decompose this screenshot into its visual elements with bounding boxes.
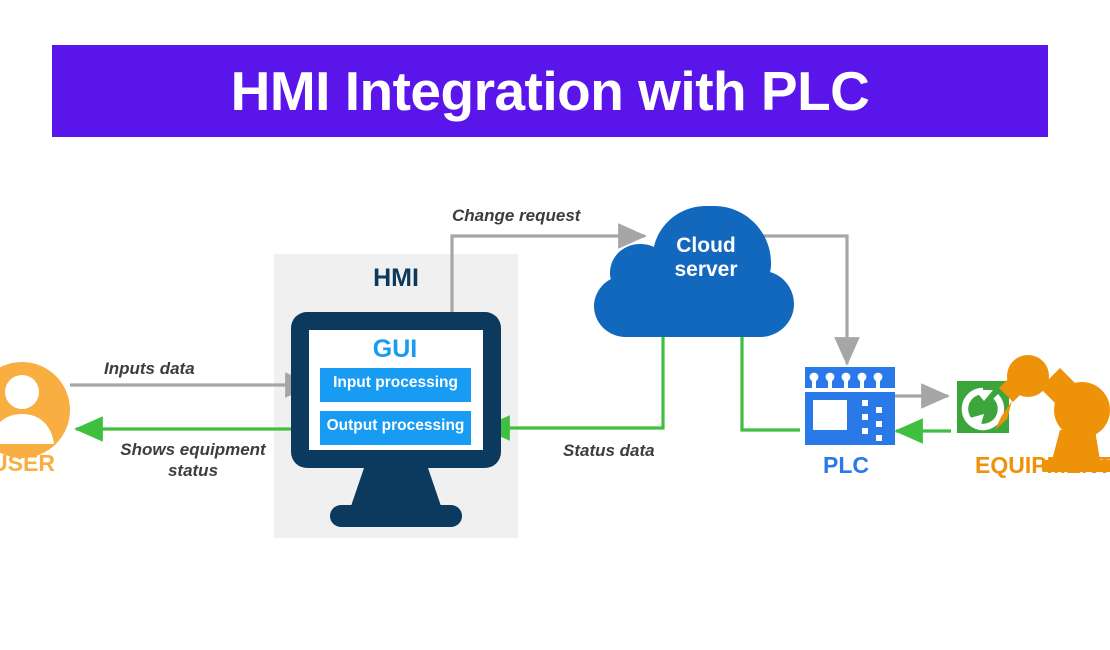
plc-controller-icon — [805, 367, 895, 445]
flow-label-shows-equipment-status: Shows equipment status — [120, 440, 266, 481]
diagram-graphics — [0, 206, 1110, 538]
hmi-label: HMI — [373, 264, 419, 292]
user-avatar-icon — [0, 362, 70, 458]
equipment-label: EQUIPMENT — [975, 452, 1110, 478]
diagram-canvas: HMI Integration with PLC Inputs data Sho… — [0, 0, 1110, 650]
cloud-server-label: Cloud server — [645, 234, 767, 281]
cloud-server-label-line2: server — [674, 257, 738, 281]
output-processing-label[interactable]: Output processing — [320, 417, 471, 435]
flow-label-inputs-data: Inputs data — [104, 359, 195, 378]
flow-label-status-data: Status data — [563, 441, 655, 460]
plc-label: PLC — [823, 452, 869, 478]
gui-label: GUI — [372, 335, 418, 363]
cloud-server-label-line1: Cloud — [676, 234, 736, 257]
user-label: USER — [0, 450, 55, 476]
flow-label-change-request: Change request — [452, 206, 581, 225]
input-processing-label[interactable]: Input processing — [320, 374, 471, 392]
